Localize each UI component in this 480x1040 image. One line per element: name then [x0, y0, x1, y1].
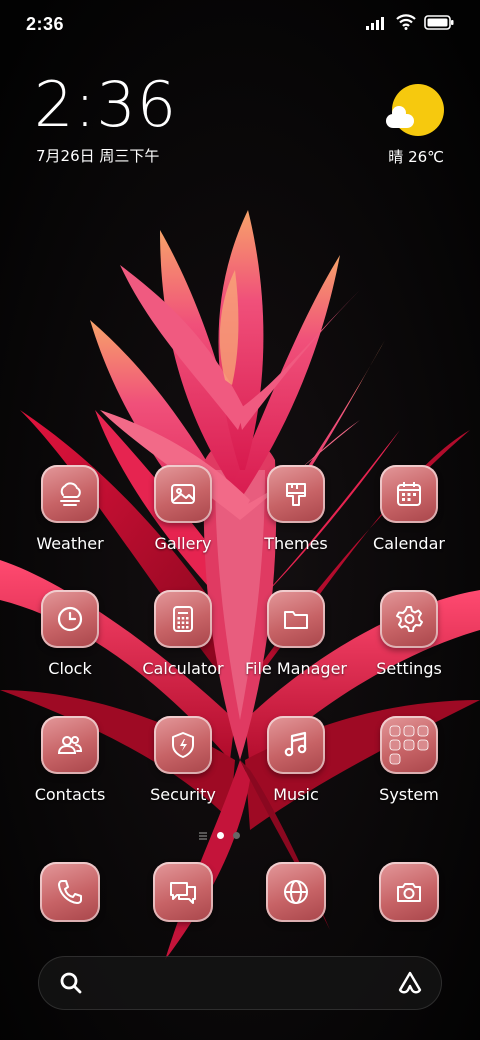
messages-icon — [153, 862, 213, 922]
app-label: Settings — [376, 659, 442, 678]
app-label: Security — [150, 785, 216, 804]
search-icon[interactable] — [58, 970, 84, 1000]
calendar-icon — [380, 465, 438, 523]
app-music[interactable]: Music — [240, 716, 352, 804]
signal-icon — [366, 15, 388, 34]
app-themes[interactable]: Themes — [240, 465, 352, 553]
app-weather[interactable]: Weather — [14, 465, 126, 553]
app-security[interactable]: Security — [127, 716, 239, 804]
app-label: Calculator — [142, 659, 224, 678]
clock-icon — [41, 590, 99, 648]
dock-messages[interactable] — [153, 862, 213, 922]
dock-phone[interactable] — [40, 862, 100, 922]
app-label: Clock — [48, 659, 92, 678]
battery-icon — [424, 14, 454, 34]
app-label: Themes — [264, 534, 328, 553]
app-contacts[interactable]: Contacts — [14, 716, 126, 804]
image-icon — [154, 465, 212, 523]
cloud-icon — [41, 465, 99, 523]
app-label: Music — [273, 785, 319, 804]
status-icons — [366, 14, 454, 34]
wifi-icon — [396, 14, 416, 34]
page-indicator[interactable] — [198, 828, 240, 842]
status-bar: 2:36 — [0, 0, 480, 52]
app-file-manager[interactable]: File Manager — [240, 590, 352, 678]
search-bar[interactable] — [38, 956, 442, 1010]
app-label: Weather — [36, 534, 104, 553]
camera-icon — [379, 862, 439, 922]
home-screen: 2:36 2:36 7月26日 周三下午 晴 26℃ Weather Galle… — [0, 0, 480, 1040]
app-calculator[interactable]: Calculator — [127, 590, 239, 678]
folder-icon — [267, 590, 325, 648]
calculator-icon — [154, 590, 212, 648]
dock-browser[interactable] — [266, 862, 326, 922]
shield-icon — [154, 716, 212, 774]
app-label: Gallery — [154, 534, 212, 553]
app-list-icon[interactable] — [198, 826, 208, 845]
assistant-icon[interactable] — [396, 969, 424, 1001]
clock-widget-date[interactable]: 7月26日 周三下午 — [36, 145, 159, 166]
app-system-folder[interactable]: System — [353, 716, 465, 804]
gear-icon — [380, 590, 438, 648]
contacts-icon — [41, 716, 99, 774]
folder-grid-icon — [380, 716, 438, 774]
weather-widget-text: 晴 26℃ — [388, 148, 444, 166]
paintbrush-icon — [267, 465, 325, 523]
app-calendar[interactable]: Calendar — [353, 465, 465, 553]
cloud-icon — [386, 106, 414, 128]
page-dot[interactable] — [233, 831, 240, 839]
app-clock[interactable]: Clock — [14, 590, 126, 678]
status-time: 2:36 — [26, 14, 65, 34]
page-dot-active[interactable] — [217, 831, 224, 839]
music-note-icon — [267, 716, 325, 774]
app-settings[interactable]: Settings — [353, 590, 465, 678]
phone-icon — [40, 862, 100, 922]
browser-globe-icon — [266, 862, 326, 922]
weather-widget[interactable]: 晴 26℃ — [374, 80, 444, 170]
clock-widget-time[interactable]: 2:36 — [34, 74, 177, 136]
app-gallery[interactable]: Gallery — [127, 465, 239, 553]
app-label: Calendar — [373, 534, 445, 553]
app-label: Contacts — [34, 785, 106, 804]
app-label: File Manager — [245, 659, 347, 678]
app-label: System — [379, 785, 439, 804]
dock-camera[interactable] — [379, 862, 439, 922]
